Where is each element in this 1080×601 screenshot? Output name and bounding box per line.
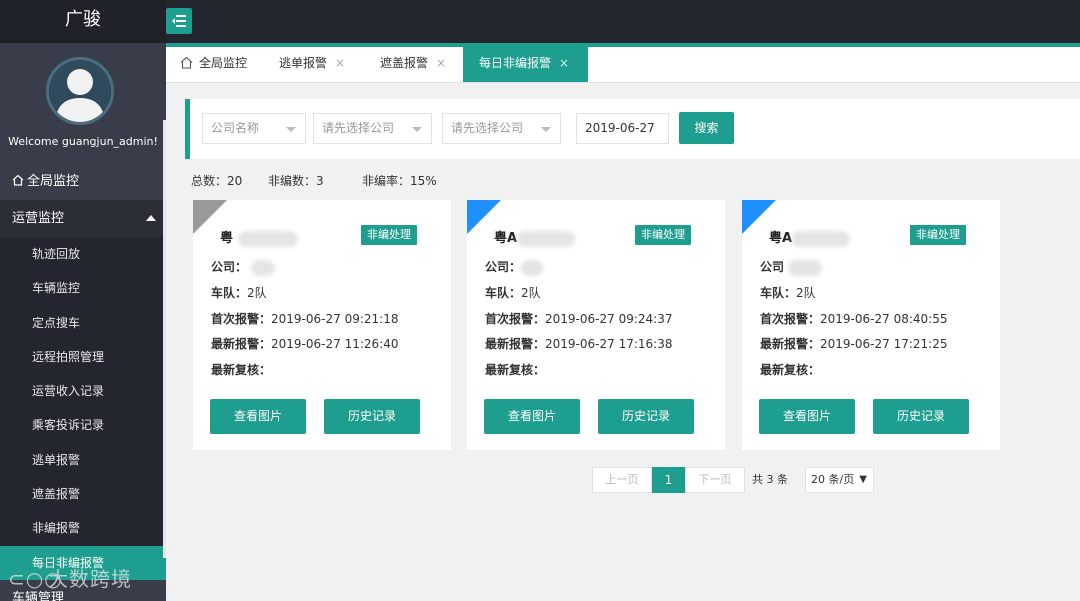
last-alarm-row: 最新报警：2019-06-27 11:26:40	[211, 337, 399, 351]
alarm-card: 粤 非编处理 公司： 车队：2队 首次报警：2019-06-27 09:21:1…	[193, 200, 451, 450]
sidebar-item-nonedit-alarm[interactable]: 非编报警	[0, 511, 166, 545]
sidebar-item-vehicle-monitor[interactable]: 车辆监控	[0, 271, 166, 305]
chevron-down-icon	[541, 127, 551, 132]
history-button[interactable]: 历史记录	[873, 399, 969, 434]
watermark-logo-icon: ⊂○○	[8, 567, 63, 591]
sidebar-item-label: 全局监控	[27, 174, 80, 189]
company-select-2[interactable]: 请先选择公司	[442, 113, 561, 144]
last-alarm-row: 最新报警：2019-06-27 17:16:38	[485, 337, 673, 351]
stat-nonedit-rate: 非编率：15%	[362, 174, 437, 188]
tab-label: 遮盖报警	[380, 56, 429, 70]
home-icon	[180, 49, 193, 82]
sidebar-item-remote-photo[interactable]: 远程拍照管理	[0, 340, 166, 374]
watermark: ⊂○○大数跨境	[8, 563, 132, 592]
tab-bar: 全局监控 逃单报警 × 遮盖报警 × 每日非编报警 ×	[166, 43, 1080, 83]
first-alarm-row: 首次报警：2019-06-27 09:24:37	[485, 312, 673, 326]
menu-toggle-icon[interactable]	[166, 8, 192, 34]
last-review-row: 最新复核：	[485, 363, 546, 377]
first-alarm-row: 首次报警：2019-06-27 09:21:18	[211, 312, 399, 326]
status-badge: 非编处理	[635, 225, 691, 245]
stat-total: 总数：20	[191, 174, 243, 188]
sidebar-item-income-records[interactable]: 运营收入记录	[0, 374, 166, 408]
redacted-blur	[792, 230, 851, 247]
first-alarm-row: 首次报警：2019-06-27 08:40:55	[760, 312, 948, 326]
status-badge: 非编处理	[910, 225, 966, 245]
page-1-button[interactable]: 1	[652, 467, 685, 493]
search-button[interactable]: 搜索	[679, 112, 734, 144]
company-row: 公司	[760, 258, 822, 276]
tab-escape-alarm[interactable]: 逃单报警 ×	[279, 47, 369, 82]
avatar[interactable]	[46, 57, 114, 125]
redacted-blur	[521, 259, 544, 276]
watermark-text: 大数跨境	[48, 567, 132, 591]
sidebar-group-label: 运营监控	[12, 211, 65, 226]
close-icon[interactable]: ×	[335, 56, 345, 70]
sidebar: Welcome guangjun_admin! 全局监控 运营监控 轨迹回放 车…	[0, 43, 166, 601]
alarm-card: 粤A 非编处理 公司 车队：2队 首次报警：2019-06-27 08:40:5…	[742, 200, 1000, 450]
sidebar-item-track-playback[interactable]: 轨迹回放	[0, 237, 166, 271]
tab-cover-alarm[interactable]: 遮盖报警 ×	[380, 47, 470, 82]
last-review-row: 最新复核：	[760, 363, 821, 377]
plate-number: 粤	[220, 227, 298, 247]
tab-label: 每日非编报警	[479, 56, 552, 70]
view-photo-button[interactable]: 查看图片	[759, 399, 855, 434]
company-select-2-placeholder: 请先选择公司	[451, 121, 524, 135]
home-icon	[12, 164, 24, 201]
last-alarm-row: 最新报警：2019-06-27 17:21:25	[760, 337, 948, 351]
company-name-select[interactable]: 公司名称	[202, 113, 306, 144]
sidebar-item-cover-alarm[interactable]: 遮盖报警	[0, 477, 166, 511]
sidebar-submenu: 轨迹回放 车辆监控 定点搜车 远程拍照管理 运营收入记录 乘客投诉记录 逃单报警…	[0, 237, 166, 580]
company-row: 公司：	[485, 258, 544, 276]
team-row: 车队：2队	[211, 286, 267, 300]
redacted-blur	[517, 230, 576, 247]
total-count: 共 3 条	[752, 473, 788, 486]
history-button[interactable]: 历史记录	[324, 399, 420, 434]
tab-global-monitor[interactable]: 全局监控	[180, 47, 280, 82]
tab-label: 逃单报警	[279, 56, 328, 70]
company-name-placeholder: 公司名称	[211, 121, 260, 135]
sidebar-item-escape-alarm[interactable]: 逃单报警	[0, 443, 166, 477]
date-input[interactable]: 2019-06-27	[576, 113, 669, 144]
view-photo-button[interactable]: 查看图片	[484, 399, 580, 434]
sidebar-item-global-monitor[interactable]: 全局监控	[0, 163, 166, 200]
company-select-1-placeholder: 请先选择公司	[322, 121, 395, 135]
page-size-value: 20 条/页	[811, 473, 855, 486]
plate-number: 粤A	[769, 227, 851, 247]
close-icon[interactable]: ×	[436, 56, 446, 70]
close-icon[interactable]: ×	[559, 56, 569, 70]
brand-title: 广骏	[0, 0, 166, 43]
sidebar-group-operations[interactable]: 运营监控	[0, 200, 166, 237]
caret-up-icon	[146, 215, 156, 221]
stat-nonedit-count: 非编数：3	[268, 174, 324, 188]
company-row: 公司：	[211, 258, 275, 276]
user-profile: Welcome guangjun_admin!	[0, 43, 166, 163]
chevron-down-icon: ▼	[859, 474, 867, 485]
sidebar-item-fixed-point-search[interactable]: 定点搜车	[0, 306, 166, 340]
welcome-text: Welcome guangjun_admin!	[8, 135, 158, 148]
redacted-blur	[787, 259, 822, 276]
chevron-down-icon	[412, 127, 422, 132]
view-photo-button[interactable]: 查看图片	[210, 399, 306, 434]
sidebar-item-complaints[interactable]: 乘客投诉记录	[0, 408, 166, 442]
alarm-card: 粤A 非编处理 公司： 车队：2队 首次报警：2019-06-27 09:24:…	[467, 200, 725, 450]
redacted-blur	[250, 259, 275, 276]
team-row: 车队：2队	[760, 286, 816, 300]
team-row: 车队：2队	[485, 286, 541, 300]
plate-number: 粤A	[494, 227, 576, 247]
next-page-button[interactable]: 下一页	[685, 467, 745, 493]
search-bar: 公司名称 请先选择公司 请先选择公司 2019-06-27 搜索	[185, 99, 1080, 159]
chevron-down-icon	[286, 127, 296, 132]
top-bar: 广骏	[0, 0, 1080, 43]
prev-page-button[interactable]: 上一页	[592, 467, 652, 493]
sidebar-scrollbar[interactable]	[163, 120, 166, 558]
last-review-row: 最新复核：	[211, 363, 272, 377]
tab-label: 全局监控	[199, 56, 248, 70]
status-badge: 非编处理	[361, 225, 417, 245]
history-button[interactable]: 历史记录	[598, 399, 694, 434]
redacted-blur	[237, 230, 298, 247]
page-size-select[interactable]: 20 条/页 ▼	[805, 467, 874, 493]
tab-daily-nonedit-alarm[interactable]: 每日非编报警 ×	[463, 47, 588, 82]
company-select-1[interactable]: 请先选择公司	[313, 113, 432, 144]
